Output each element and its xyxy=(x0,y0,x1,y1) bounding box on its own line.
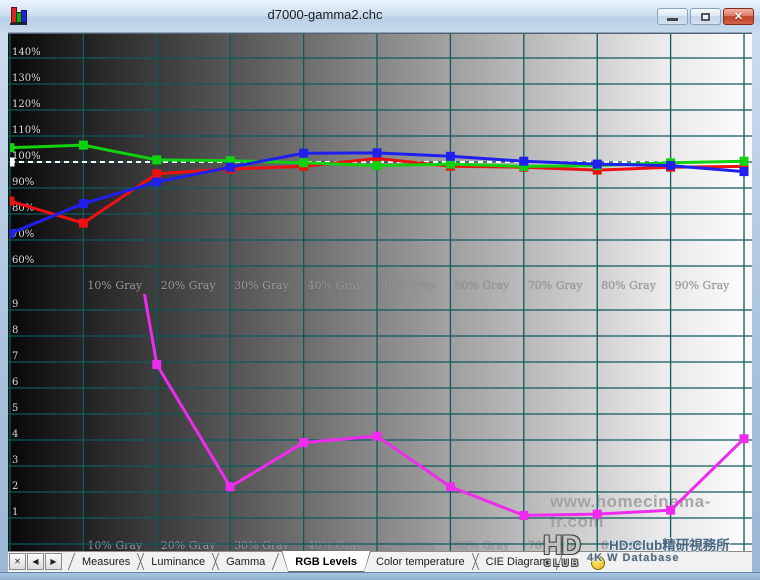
tab-rgb-levels-label: RGB Levels xyxy=(281,551,371,572)
series-delta-e xyxy=(79,34,749,520)
tab-separator xyxy=(270,552,281,572)
hdclub-text-line2: 4K W Database xyxy=(587,552,679,564)
window-frame-right xyxy=(752,32,760,572)
minimize-button[interactable] xyxy=(657,8,688,25)
tab-color-temperature[interactable]: Color temperature xyxy=(371,552,470,572)
tab-scroll-right-button[interactable]: ▶ xyxy=(45,553,62,570)
window-frame-bottom xyxy=(0,572,760,580)
tab-separator xyxy=(210,552,221,572)
close-button[interactable]: ✕ xyxy=(723,8,754,25)
window-frame-left xyxy=(0,32,8,572)
window-title: d7000-gamma2.chc xyxy=(0,7,650,22)
tab-gamma[interactable]: Gamma xyxy=(221,552,270,572)
tab-separator xyxy=(470,552,481,572)
tab-separator xyxy=(66,552,77,572)
chart-canvas xyxy=(8,34,752,552)
rgb-levels-chart: 140%130%120%110%100%90%80%70%60%98765432… xyxy=(8,33,752,552)
minimize-icon xyxy=(667,18,678,21)
tab-luminance[interactable]: Luminance xyxy=(146,552,210,572)
title-bar[interactable]: d7000-gamma2.chc ✕ xyxy=(0,0,760,33)
restore-icon xyxy=(701,13,710,21)
hdclub-text-line1: HD.Club精研視務所 xyxy=(609,534,730,554)
tab-rgb-levels[interactable]: RGB Levels xyxy=(281,551,371,572)
tab-scroll-left-button[interactable]: ◀ xyxy=(27,553,44,570)
tab-close-button[interactable]: ✕ xyxy=(9,553,26,570)
app-window: d7000-gamma2.chc ✕ 140%130%120%110%100%9… xyxy=(0,0,760,580)
tab-separator xyxy=(135,552,146,572)
restore-button[interactable] xyxy=(690,8,721,25)
hdclub-logo-club: CLUB xyxy=(544,558,581,568)
tab-measures[interactable]: Measures xyxy=(77,552,135,572)
hdclub-logo-hd: HD xyxy=(543,532,580,558)
close-icon: ✕ xyxy=(734,10,743,23)
